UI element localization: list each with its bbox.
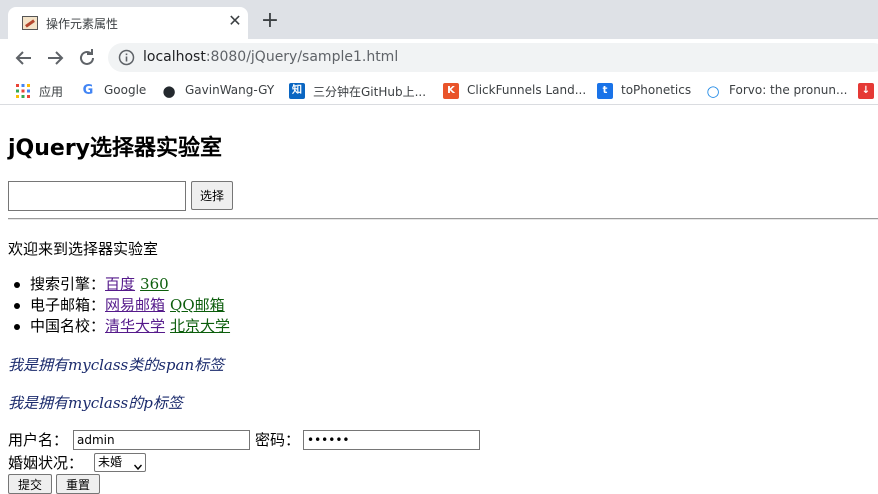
bookmark-label: GavinWang-GY <box>185 83 275 97</box>
list-item-label: 搜索引擎： <box>30 275 106 293</box>
clickfunnels-icon: K <box>443 83 459 99</box>
bookmark-label: toPhonetics <box>621 83 692 97</box>
new-tab-icon[interactable]: + <box>259 10 281 32</box>
link-tsinghua[interactable]: 清华大学 <box>105 317 165 335</box>
username-label: 用户名： <box>8 431 69 449</box>
marital-status-label: 婚姻状况： <box>8 454 84 472</box>
page-content: jQuery选择器实验室 选择 欢迎来到选择器实验室 搜索引擎：百度 360 电子… <box>0 106 878 494</box>
browser-toolbar: localhost:8080/jQuery/sample1.html <box>0 39 878 76</box>
link-360[interactable]: 360 <box>140 275 169 293</box>
marital-status-value: 未婚 <box>98 455 123 469</box>
forward-arrow-icon[interactable] <box>43 46 67 70</box>
welcome-text: 欢迎来到选择器实验室 <box>8 240 159 258</box>
reload-icon[interactable] <box>75 46 99 70</box>
list-item-label: 电子邮箱： <box>30 296 106 314</box>
tab-strip: 操作元素属性 ✕ + <box>0 0 878 39</box>
bookmark-label: 三分钟在GitHub上... <box>313 85 427 99</box>
bookmark-label: Forvo: the pronun... <box>729 83 848 97</box>
address-bar[interactable]: localhost:8080/jQuery/sample1.html <box>108 43 878 72</box>
site-info-icon[interactable] <box>118 49 135 66</box>
link-list: 搜索引擎：百度 360 电子邮箱：网易邮箱 QQ邮箱 中国名校：清华大学 北京大学 <box>8 274 235 337</box>
bookmarks-bar: 应用 G Google ● GavinWang-GY 知 三分钟在GitHub上… <box>0 76 878 105</box>
submit-button[interactable]: 提交 <box>8 474 52 494</box>
link-baidu[interactable]: 百度 <box>105 275 135 293</box>
marital-status-select[interactable]: 未婚 <box>94 453 146 472</box>
myclass-span-text: 我是拥有myclass类的span标签 <box>8 356 225 374</box>
divider <box>8 218 878 220</box>
forvo-icon: ○ <box>706 82 720 100</box>
list-item-universities: 中国名校：清华大学 北京大学 <box>8 316 235 337</box>
link-peking[interactable]: 北京大学 <box>170 317 230 335</box>
address-url[interactable]: localhost:8080/jQuery/sample1.html <box>143 49 398 65</box>
reset-button[interactable]: 重置 <box>56 474 100 494</box>
google-icon: G <box>82 83 94 98</box>
list-item-search-engines: 搜索引擎：百度 360 <box>8 274 235 295</box>
myclass-p-text: 我是拥有myclass的p标签 <box>8 394 183 412</box>
select-button[interactable]: 选择 <box>191 181 233 210</box>
url-host: localhost <box>143 49 206 65</box>
tophonetics-icon: t <box>597 83 613 99</box>
apps-grid-icon <box>15 83 31 99</box>
page-title: jQuery选择器实验室 <box>8 136 223 161</box>
password-field[interactable] <box>303 430 480 450</box>
download-icon: ↓ <box>858 83 874 99</box>
chevron-down-icon <box>133 459 143 471</box>
bookmark-label: Google <box>104 83 147 97</box>
back-arrow-icon[interactable] <box>12 46 36 70</box>
link-qq-mail[interactable]: QQ邮箱 <box>170 296 225 314</box>
selector-input[interactable] <box>8 181 186 211</box>
bookmark-label: ClickFunnels Land... <box>467 83 587 97</box>
active-tab[interactable]: 操作元素属性 ✕ <box>8 7 248 39</box>
list-item-email: 电子邮箱：网易邮箱 QQ邮箱 <box>8 295 235 316</box>
bookmark-label: 应用 <box>39 85 64 99</box>
zhihu-icon: 知 <box>289 83 305 99</box>
password-label: 密码： <box>255 431 301 449</box>
link-netease-mail[interactable]: 网易邮箱 <box>105 296 165 314</box>
close-tab-icon[interactable]: ✕ <box>226 12 244 30</box>
github-icon: ● <box>162 82 176 100</box>
tab-title: 操作元素属性 <box>46 17 119 31</box>
username-field[interactable] <box>73 430 250 450</box>
page-favicon-icon <box>22 16 38 30</box>
url-path: :8080/jQuery/sample1.html <box>205 49 399 65</box>
list-item-label: 中国名校： <box>30 317 106 335</box>
